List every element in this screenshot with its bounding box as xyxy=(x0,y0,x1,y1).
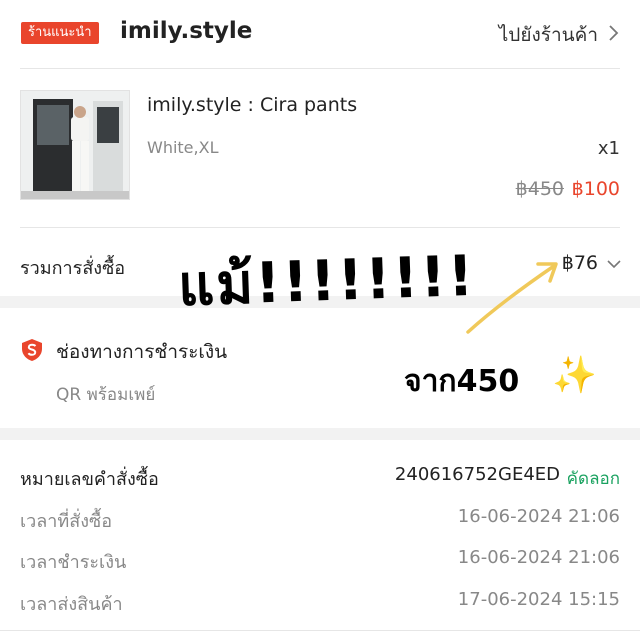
sparkles-icon: ✨ xyxy=(552,355,597,396)
chevron-down-icon[interactable] xyxy=(606,256,622,272)
payment-method-title: ช่องทางการชำระเงิน xyxy=(56,341,228,363)
product-image xyxy=(21,91,129,199)
order-total-label: รวมการสั่งซื้อ xyxy=(20,258,126,279)
chevron-right-icon[interactable] xyxy=(604,24,622,42)
handwritten-from-price-text: จาก450 xyxy=(404,364,520,399)
sale-price: ฿100 xyxy=(571,178,620,200)
order-time-label: เวลาที่สั่งซื้อ xyxy=(20,511,113,532)
recommended-shop-badge: ร้านแนะนำ xyxy=(21,22,99,44)
order-number-label: หมายเลขคำสั่งซื้อ xyxy=(20,469,159,490)
shield-icon xyxy=(22,339,42,361)
arrow-icon xyxy=(466,262,558,334)
original-price: ฿450 xyxy=(515,178,564,200)
ship-time-label: เวลาส่งสินค้า xyxy=(20,594,123,615)
shop-header: ร้านแนะนำ imily.style ไปยังร้านค้า xyxy=(0,0,640,68)
payment-time-label: เวลาชำระเงิน xyxy=(20,552,127,573)
product-variant: White,XL xyxy=(147,138,219,157)
product-thumbnail[interactable] xyxy=(20,90,130,200)
divider xyxy=(0,630,640,631)
ship-time-value: 17-06-2024 15:15 xyxy=(457,589,620,610)
divider xyxy=(20,227,620,228)
handwritten-exclaim-text: แม้!!!!!!!! xyxy=(176,243,477,320)
product-quantity: x1 xyxy=(597,138,620,159)
order-time-value: 16-06-2024 21:06 xyxy=(457,506,620,527)
product-title[interactable]: imily.style : Cira pants xyxy=(147,94,357,116)
payment-method-value: QR พร้อมเพย์ xyxy=(56,385,156,405)
copy-order-number-button[interactable]: คัดลอก xyxy=(567,465,620,492)
shop-name[interactable]: imily.style xyxy=(120,18,252,44)
divider xyxy=(20,68,620,69)
order-number: 240616752GE4ED xyxy=(394,464,560,485)
payment-time-value: 16-06-2024 21:06 xyxy=(457,547,620,568)
section-gap xyxy=(0,428,640,440)
go-to-shop-link[interactable]: ไปยังร้านค้า xyxy=(499,20,598,50)
